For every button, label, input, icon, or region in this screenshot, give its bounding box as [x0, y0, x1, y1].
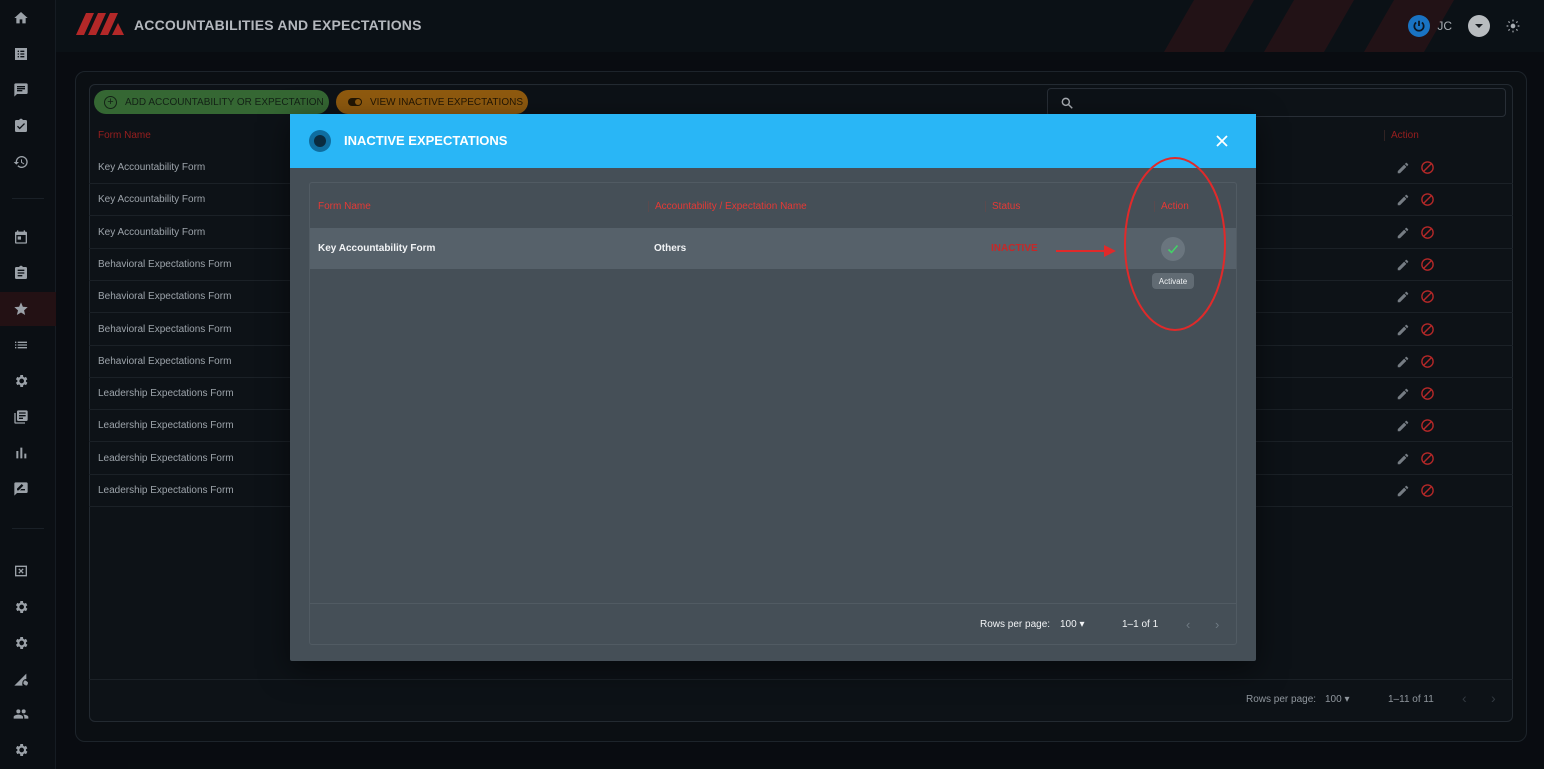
modal-column-form-name[interactable]: Form Name: [318, 201, 371, 212]
activate-tooltip: Activate: [1152, 273, 1194, 289]
row-form-name: Key Accountability Form: [318, 243, 436, 254]
row-expectation-name: Others: [654, 243, 687, 254]
modal-rows-per-page-value: 100: [1060, 619, 1077, 630]
modal-title: INACTIVE EXPECTATIONS: [344, 133, 508, 148]
caret-down-icon: ▾: [1079, 619, 1085, 630]
table-row: Key Accountability Form Others INACTIVE: [310, 228, 1236, 269]
activate-button[interactable]: [1161, 237, 1185, 261]
check-icon: [1167, 244, 1179, 254]
modal-column-status[interactable]: Status: [985, 201, 1020, 212]
status-badge: INACTIVE: [991, 243, 1038, 254]
modal-column-action: Action: [1154, 201, 1189, 212]
next-page-icon[interactable]: ›: [1215, 617, 1219, 632]
modal-header: INACTIVE EXPECTATIONS: [290, 114, 1256, 168]
inactive-expectations-modal: INACTIVE EXPECTATIONS Form Name Accounta…: [290, 114, 1256, 661]
info-icon: [309, 130, 331, 152]
close-icon[interactable]: [1214, 133, 1230, 149]
modal-rows-per-page-label: Rows per page:: [980, 619, 1051, 630]
modal-rows-per-page-select[interactable]: 100 ▾: [1060, 619, 1085, 630]
modal-column-expectation-name[interactable]: Accountability / Expectation Name: [648, 201, 807, 212]
modal-footer-divider: [310, 603, 1236, 604]
previous-page-icon[interactable]: ‹: [1186, 617, 1190, 632]
modal-pagination-range: 1–1 of 1: [1122, 619, 1159, 630]
